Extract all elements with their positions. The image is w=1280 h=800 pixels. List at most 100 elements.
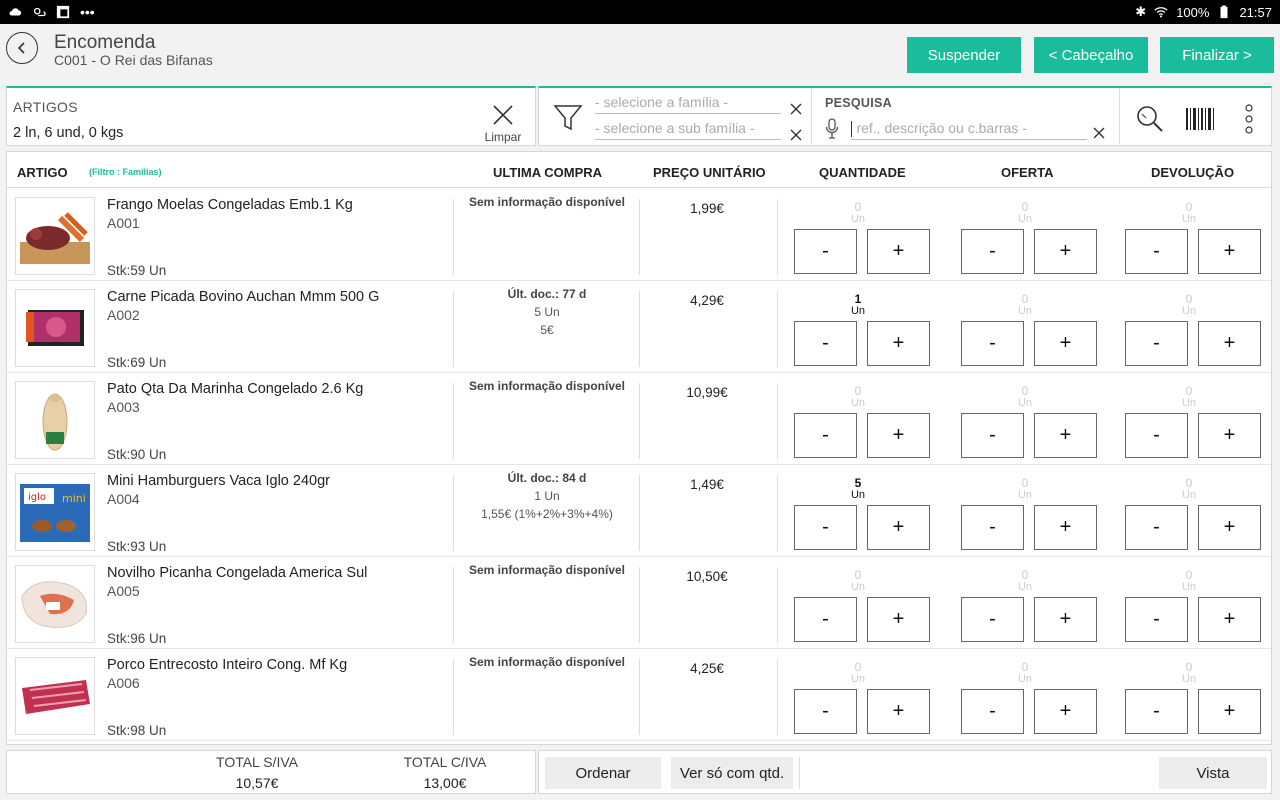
- return-plus-button[interactable]: +: [1198, 689, 1261, 734]
- filter-icon[interactable]: [553, 103, 583, 133]
- product-image[interactable]: iglo mini: [15, 473, 95, 551]
- unit-price: 4,29€: [690, 293, 724, 308]
- return-plus-button[interactable]: +: [1198, 413, 1261, 458]
- product-stock: Stk:90 Un: [107, 447, 167, 462]
- offer-plus-button[interactable]: +: [1034, 321, 1097, 366]
- return-value: 0 Un: [1181, 292, 1197, 317]
- offer-plus-button[interactable]: +: [1034, 689, 1097, 734]
- quantity-plus-button[interactable]: +: [867, 321, 930, 366]
- col-devolucao: DEVOLUÇÃO: [1151, 165, 1235, 180]
- offer-plus-button[interactable]: +: [1034, 413, 1097, 458]
- battery-percent: 100%: [1176, 4, 1210, 20]
- product-stock: Stk:69 Un: [107, 355, 167, 370]
- quantity-plus-button[interactable]: +: [867, 505, 930, 550]
- order-button[interactable]: Ordenar: [545, 757, 661, 789]
- offer-minus-button[interactable]: -: [961, 597, 1024, 642]
- family-select[interactable]: - selecione a família -: [595, 94, 781, 114]
- return-plus-button[interactable]: +: [1198, 321, 1261, 366]
- only-with-qty-button[interactable]: Ver só com qtd.: [671, 757, 793, 789]
- offer-minus-button[interactable]: -: [961, 413, 1024, 458]
- offer-minus-button[interactable]: -: [961, 321, 1024, 366]
- barcode-icon[interactable]: [1185, 107, 1215, 131]
- quantity-minus-button[interactable]: -: [794, 321, 857, 366]
- return-minus-button[interactable]: -: [1125, 413, 1188, 458]
- quantity-minus-button[interactable]: -: [794, 597, 857, 642]
- divider: [777, 659, 778, 735]
- clear-family-icon[interactable]: [789, 102, 803, 116]
- quantity-minus-button[interactable]: -: [794, 505, 857, 550]
- customer-subtitle: C001 - O Rei das Bifanas: [54, 52, 213, 68]
- product-name: Pato Qta Da Marinha Congelado 2.6 Kg: [107, 381, 364, 397]
- totals-panel: TOTAL S/IVA 10,57€ TOTAL C/IVA 13,00€: [6, 750, 536, 794]
- microphone-icon[interactable]: [825, 118, 839, 140]
- footer-actions: Ordenar Ver só com qtd. Vista: [538, 750, 1272, 794]
- divider: [453, 383, 454, 459]
- more-options-icon[interactable]: [1243, 104, 1255, 134]
- product-image[interactable]: [15, 197, 95, 275]
- return-minus-button[interactable]: -: [1125, 689, 1188, 734]
- quantity-value: 5 Un: [850, 476, 866, 501]
- divider: [777, 383, 778, 459]
- header-button[interactable]: < Cabeçalho: [1034, 37, 1148, 73]
- offer-minus-button[interactable]: -: [961, 229, 1024, 274]
- product-code: A001: [107, 215, 140, 231]
- search-input[interactable]: ref., descrição ou c.barras -: [851, 120, 1087, 140]
- divider: [639, 659, 640, 735]
- return-plus-button[interactable]: +: [1198, 229, 1261, 274]
- table-row: Porco Entrecosto Inteiro Cong. Mf Kg A00…: [7, 649, 1271, 741]
- weather-icon: [33, 7, 46, 17]
- quantity-minus-button[interactable]: -: [794, 229, 857, 274]
- offer-minus-button[interactable]: -: [961, 689, 1024, 734]
- unit-price: 10,50€: [686, 569, 728, 584]
- offer-plus-button[interactable]: +: [1034, 229, 1097, 274]
- offer-plus-button[interactable]: +: [1034, 505, 1097, 550]
- offer-plus-button[interactable]: +: [1034, 597, 1097, 642]
- return-minus-button[interactable]: -: [1125, 229, 1188, 274]
- quantity-plus-button[interactable]: +: [867, 689, 930, 734]
- quantity-minus-button[interactable]: -: [794, 413, 857, 458]
- offer-minus-button[interactable]: -: [961, 505, 1024, 550]
- divider: [639, 567, 640, 643]
- return-plus-button[interactable]: +: [1198, 597, 1261, 642]
- last-purchase-title: Sem informação disponível: [468, 563, 626, 577]
- clear-subfamily-icon[interactable]: [789, 128, 803, 142]
- product-name: Carne Picada Bovino Auchan Mmm 500 G: [107, 289, 380, 305]
- search-icon[interactable]: [1135, 104, 1165, 134]
- svg-text:iglo: iglo: [28, 492, 46, 503]
- product-image[interactable]: [15, 657, 95, 735]
- finish-button[interactable]: Finalizar >: [1160, 37, 1274, 73]
- total-siva-value: 10,57€: [235, 775, 279, 791]
- flipboard-icon: [56, 5, 70, 19]
- clear-search-icon[interactable]: [1092, 126, 1106, 140]
- product-name: Novilho Picanha Congelada America Sul: [107, 565, 368, 581]
- product-name: Frango Moelas Congeladas Emb.1 Kg: [107, 197, 353, 213]
- last-purchase-title: Sem informação disponível: [468, 655, 626, 669]
- quantity-value: 0 Un: [850, 384, 866, 409]
- return-plus-button[interactable]: +: [1198, 505, 1261, 550]
- table-row: Pato Qta Da Marinha Congelado 2.6 Kg A00…: [7, 373, 1271, 465]
- product-image[interactable]: [15, 289, 95, 367]
- quantity-plus-button[interactable]: +: [867, 229, 930, 274]
- divider: [799, 757, 800, 789]
- subfamily-select[interactable]: - selecione a sub família -: [595, 120, 781, 140]
- back-button[interactable]: [6, 32, 38, 64]
- return-value: 0 Un: [1181, 476, 1197, 501]
- filter-note[interactable]: (Filtro : Famílias): [89, 167, 162, 177]
- suspend-button[interactable]: Suspender: [907, 37, 1021, 73]
- product-image[interactable]: [15, 565, 95, 643]
- table-header: ARTIGO (Filtro : Famílias) ULTIMA COMPRA…: [7, 152, 1271, 188]
- product-image[interactable]: [15, 381, 95, 459]
- offer-value: 0 Un: [1017, 660, 1033, 685]
- return-minus-button[interactable]: -: [1125, 321, 1188, 366]
- view-button[interactable]: Vista: [1159, 757, 1267, 789]
- quantity-value: 0 Un: [850, 660, 866, 685]
- filter-panel: - selecione a família - - selecione a su…: [538, 86, 1272, 146]
- product-stock: Stk:59 Un: [107, 263, 167, 278]
- quantity-plus-button[interactable]: +: [867, 413, 930, 458]
- status-bar: ••• ✱ 100% 21:57: [0, 0, 1280, 24]
- clear-button[interactable]: Limpar: [481, 104, 525, 144]
- return-minus-button[interactable]: -: [1125, 505, 1188, 550]
- quantity-minus-button[interactable]: -: [794, 689, 857, 734]
- quantity-plus-button[interactable]: +: [867, 597, 930, 642]
- return-minus-button[interactable]: -: [1125, 597, 1188, 642]
